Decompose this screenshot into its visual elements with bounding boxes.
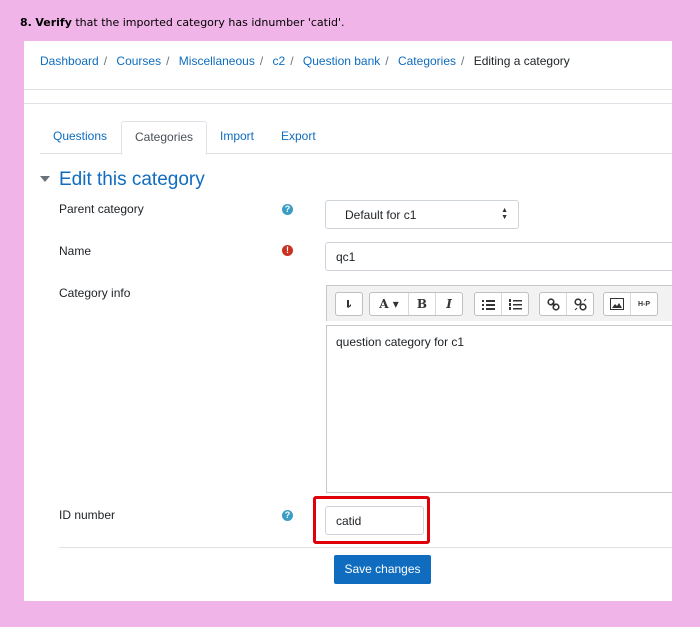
id-number-label: ID number (59, 508, 116, 522)
collapse-caret-icon[interactable] (40, 176, 50, 182)
select-arrows-icon: ▲ ▼ (501, 207, 508, 221)
unlink-icon[interactable] (567, 293, 593, 315)
section-header[interactable]: Edit this category (40, 169, 205, 191)
toolbar-group-toggle (335, 292, 363, 316)
unordered-list-icon[interactable] (475, 293, 502, 315)
ordered-list-icon[interactable] (502, 293, 528, 315)
tab-import[interactable]: Import (207, 121, 267, 152)
instruction-rest: that the imported category has idnumber … (71, 16, 345, 29)
paragraph-styles-icon[interactable]: A ▾ (370, 293, 409, 315)
category-info-editor[interactable]: question category for c1 (326, 325, 672, 493)
instruction-text: 8. Verify that the imported category has… (20, 16, 345, 29)
name-label: Name (59, 244, 92, 258)
divider (24, 103, 672, 104)
toolbar-group-links (539, 292, 594, 316)
breadcrumb-dashboard[interactable]: Dashboard (40, 54, 99, 68)
breadcrumb-c2[interactable]: c2 (273, 54, 286, 68)
breadcrumb-current: Editing a category (473, 54, 570, 68)
section-title: Edit this category (59, 169, 205, 190)
tab-bar: Questions Categories Import Export (40, 121, 672, 155)
show-more-buttons-icon[interactable] (336, 293, 362, 315)
parent-category-select[interactable]: Default for c1 ▲ ▼ (325, 200, 519, 229)
divider (59, 547, 672, 548)
breadcrumb-categories[interactable]: Categories (398, 54, 456, 68)
image-icon[interactable] (604, 293, 631, 315)
divider (24, 89, 672, 90)
tab-categories[interactable]: Categories (121, 121, 208, 155)
category-info-label: Category info (59, 286, 131, 300)
toolbar-group-text: A ▾ B I (369, 292, 463, 316)
editor-toolbar: A ▾ B I H‑P (326, 285, 672, 321)
parent-category-label: Parent category (59, 202, 144, 216)
breadcrumb-miscellaneous[interactable]: Miscellaneous (179, 54, 255, 68)
h5p-icon[interactable]: H‑P (631, 293, 657, 315)
breadcrumb-question-bank[interactable]: Question bank (303, 54, 380, 68)
category-info-text: question category for c1 (336, 335, 465, 349)
breadcrumb-courses[interactable]: Courses (116, 54, 161, 68)
save-changes-button[interactable]: Save changes (334, 555, 431, 584)
bold-icon[interactable]: B (409, 293, 436, 315)
link-icon[interactable] (540, 293, 567, 315)
toolbar-group-lists (474, 292, 529, 316)
instruction-verb: Verify (35, 16, 72, 29)
breadcrumb: Dashboard / Courses / Miscellaneous / c2/ Q… (40, 54, 570, 68)
id-number-highlight-box (313, 496, 430, 544)
tab-export[interactable]: Export (268, 121, 329, 152)
help-icon[interactable]: ? (282, 204, 293, 215)
tab-questions[interactable]: Questions (40, 121, 120, 152)
required-icon: ! (282, 245, 293, 256)
toolbar-group-media: H‑P (603, 292, 658, 316)
italic-icon[interactable]: I (436, 293, 462, 315)
parent-category-value: Default for c1 (345, 208, 417, 222)
name-value: qc1 (336, 250, 356, 264)
name-input[interactable]: qc1 (325, 242, 672, 271)
step-number: 8. (20, 16, 32, 29)
help-icon[interactable]: ? (282, 510, 293, 521)
